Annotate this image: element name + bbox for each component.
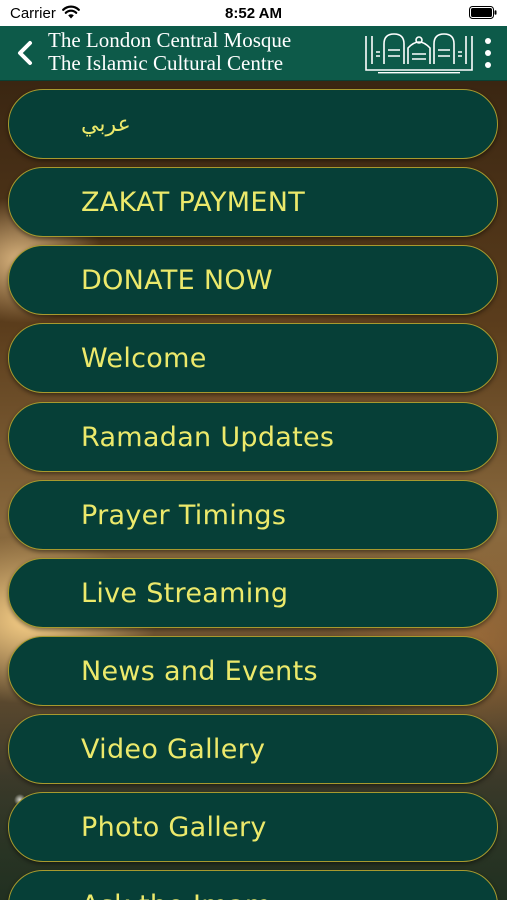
- menu-item-label: Photo Gallery: [81, 811, 267, 843]
- menu-item-label: عربي: [81, 111, 131, 137]
- menu-item-ask-the-imam[interactable]: Ask the Imam: [8, 870, 498, 900]
- page-title: The London Central Mosque The Islamic Cu…: [48, 29, 363, 75]
- clock: 8:52 AM: [225, 5, 282, 22]
- menu-item-label: Welcome: [81, 342, 207, 374]
- menu-item-welcome[interactable]: Welcome: [8, 323, 498, 393]
- back-button[interactable]: [12, 38, 38, 68]
- menu-item-label: ZAKAT PAYMENT: [81, 186, 306, 218]
- menu-item-label: Live Streaming: [81, 577, 289, 609]
- menu-item-video-gallery[interactable]: Video Gallery: [8, 714, 498, 784]
- mosque-logo-icon: [365, 33, 473, 74]
- menu-item-photo-gallery[interactable]: Photo Gallery: [8, 792, 498, 862]
- menu-item-label: News and Events: [81, 655, 318, 687]
- status-bar: Carrier 8:52 AM: [0, 0, 507, 26]
- more-options-button[interactable]: [483, 38, 493, 68]
- more-vertical-icon-dot: [485, 62, 491, 68]
- menu-item-label: Ask the Imam: [81, 890, 271, 900]
- menu-item-zakat-payment[interactable]: ZAKAT PAYMENT: [8, 167, 498, 237]
- menu-item-label: Ramadan Updates: [81, 421, 335, 453]
- main-menu-list[interactable]: عربي ZAKAT PAYMENT DONATE NOW Welcome Ra…: [0, 80, 507, 900]
- battery-icon: [469, 6, 497, 19]
- menu-item-label: Prayer Timings: [81, 499, 287, 531]
- more-vertical-icon-dot: [485, 38, 491, 44]
- title-line-2: The Islamic Cultural Centre: [48, 51, 284, 75]
- menu-item-donate-now[interactable]: DONATE NOW: [8, 245, 498, 315]
- more-vertical-icon-dot: [485, 50, 491, 56]
- menu-item-label: Video Gallery: [81, 733, 266, 765]
- menu-item-news-and-events[interactable]: News and Events: [8, 636, 498, 706]
- chevron-left-icon: [18, 41, 32, 65]
- menu-item-label: DONATE NOW: [81, 264, 273, 296]
- menu-item-arabic[interactable]: عربي: [8, 89, 498, 159]
- menu-item-ramadan-updates[interactable]: Ramadan Updates: [8, 402, 498, 472]
- menu-item-prayer-timings[interactable]: Prayer Timings: [8, 480, 498, 550]
- navigation-bar: The London Central Mosque The Islamic Cu…: [0, 26, 507, 81]
- menu-item-live-streaming[interactable]: Live Streaming: [8, 558, 498, 628]
- title-line-1: The London Central Mosque: [48, 28, 292, 52]
